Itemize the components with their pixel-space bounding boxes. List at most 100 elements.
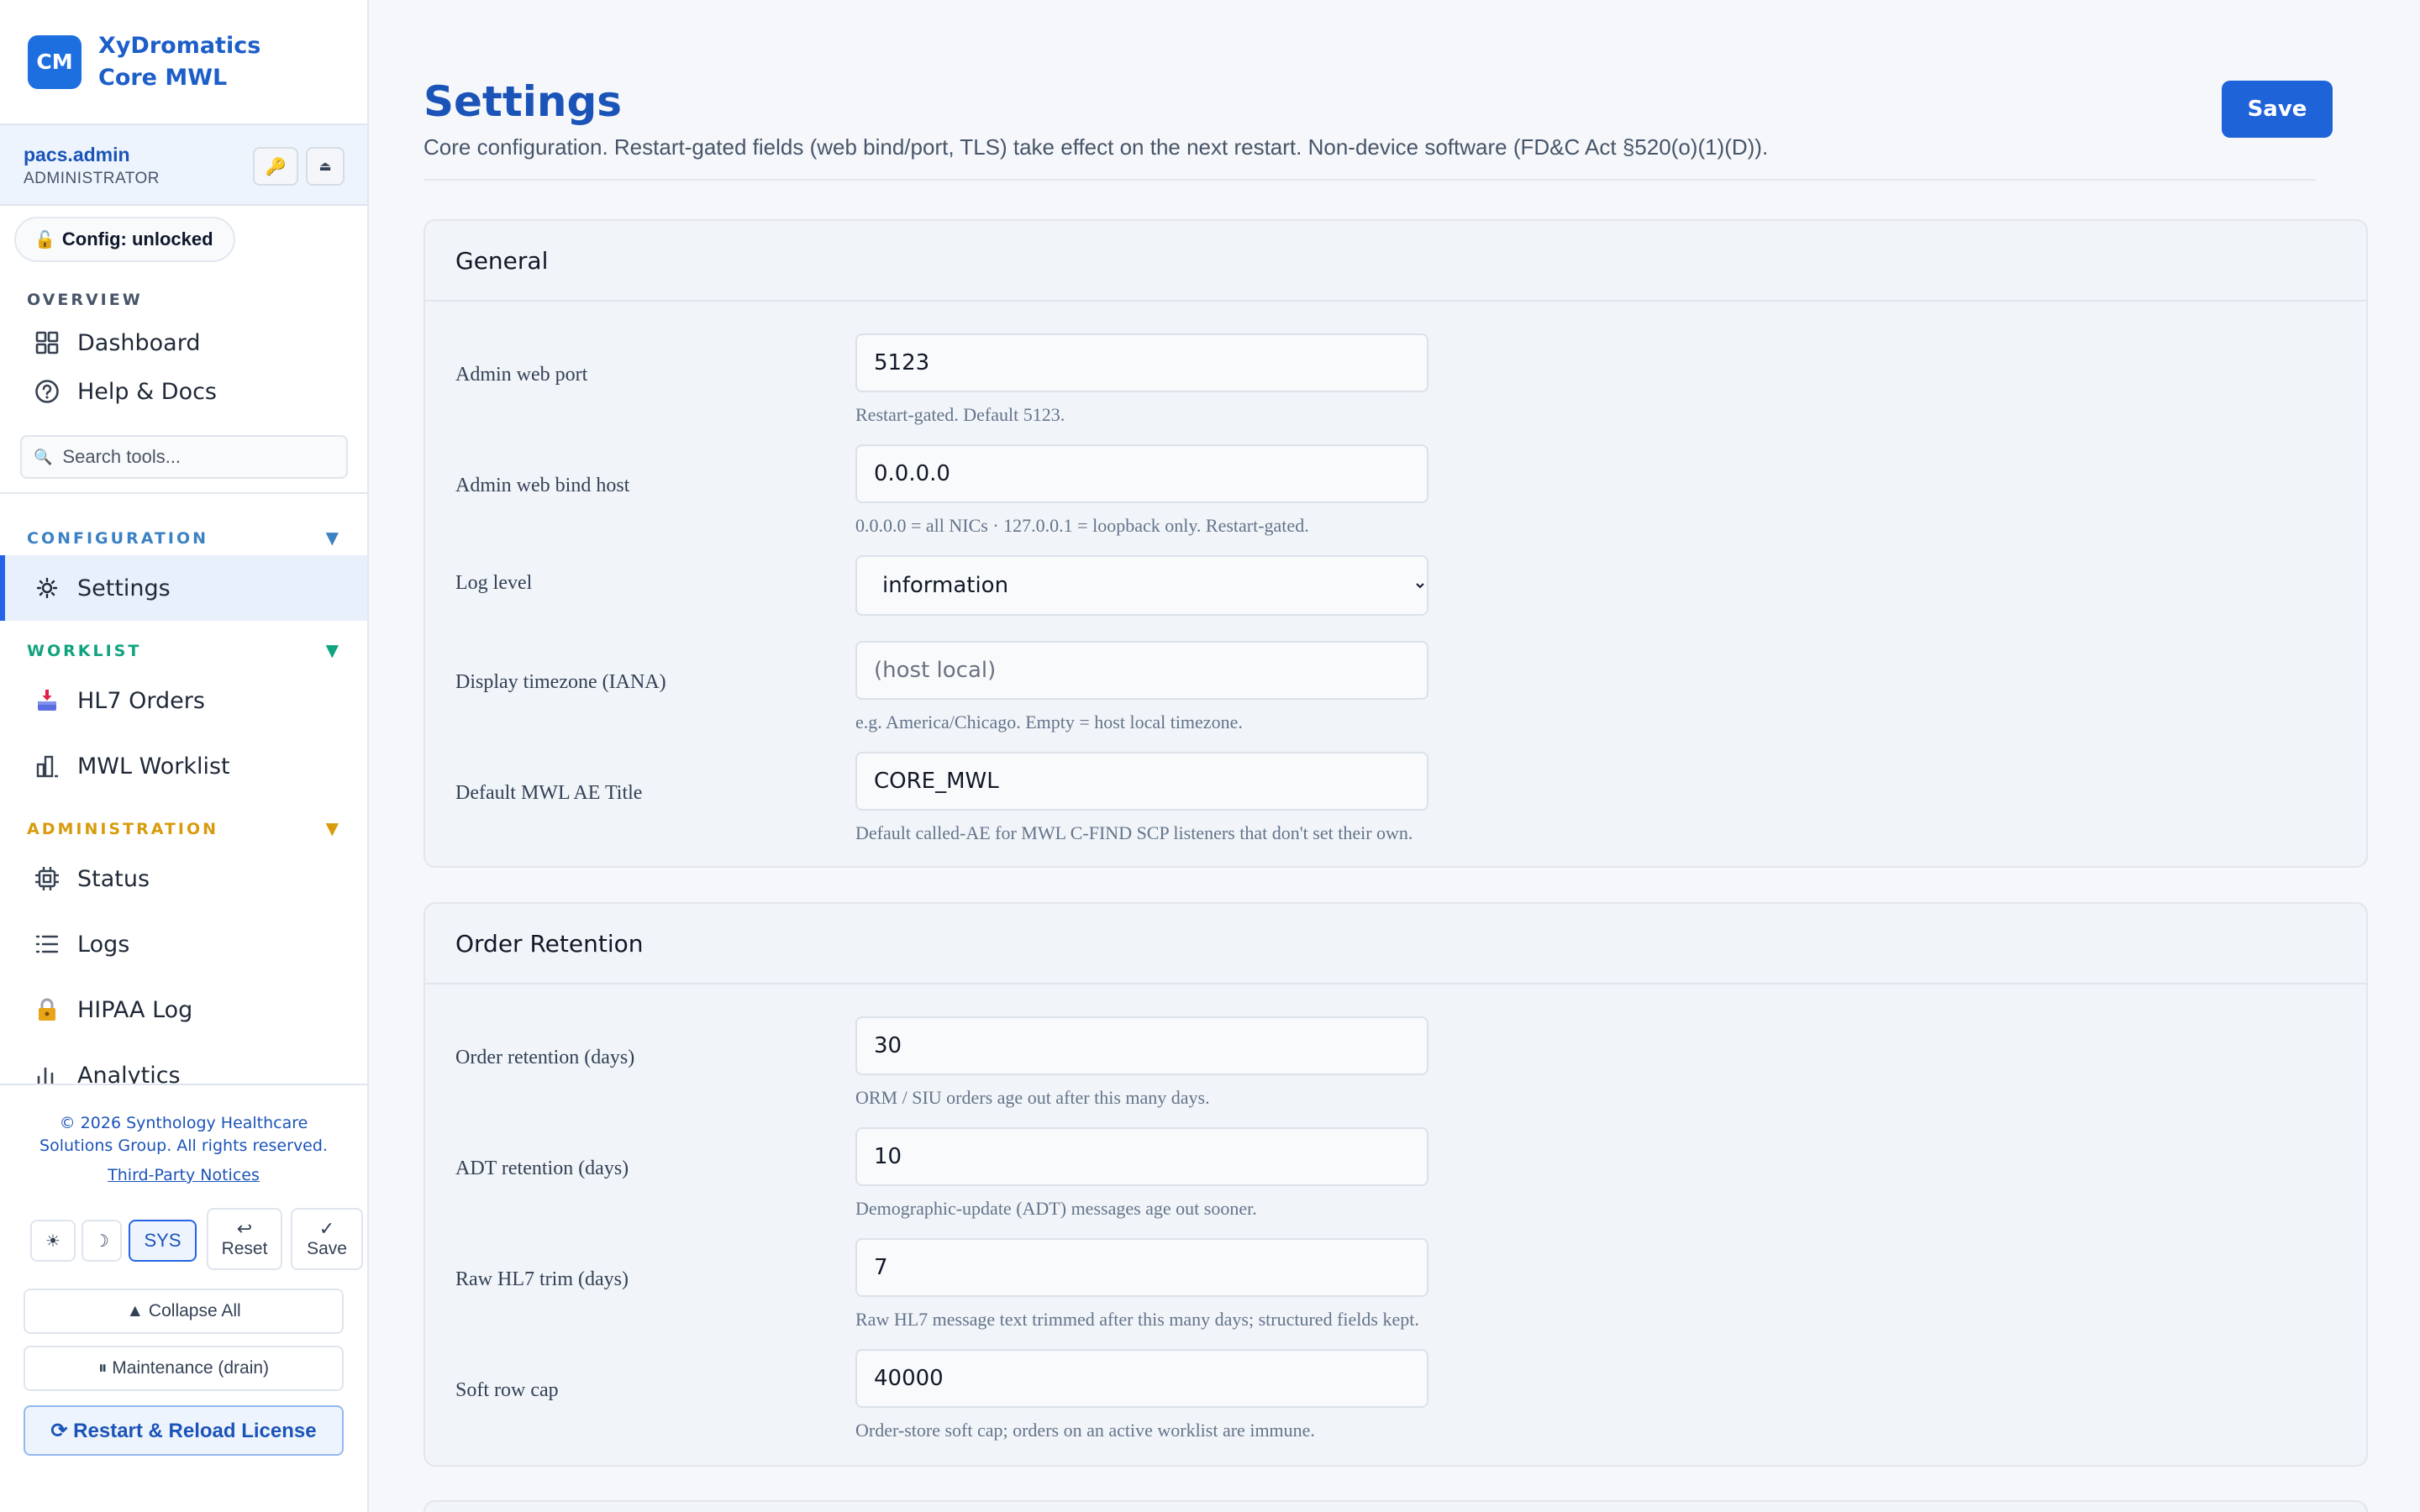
section-overview-label: OVERVIEW: [27, 291, 143, 309]
sidebar-item-help[interactable]: Help & Docs: [0, 366, 367, 417]
field-label: Admin web port: [455, 364, 588, 386]
sidebar-item-label: Dashboard: [77, 329, 201, 356]
page-subtitle: Core configuration. Restart-gated fields…: [424, 134, 1769, 160]
sidebar: CM XyDromatics Core MWL pacs.admin ADMIN…: [0, 0, 369, 1512]
default-mwl-ae-title-input[interactable]: [855, 752, 1428, 811]
admin-web-bind-host-input[interactable]: [855, 444, 1428, 503]
section-configuration-toggle[interactable]: CONFIGURATION: [27, 529, 208, 548]
display-timezone-input[interactable]: [855, 641, 1428, 700]
search-tools: 🔍: [20, 435, 348, 479]
theme-system-button[interactable]: SYS: [129, 1220, 197, 1262]
brand-name: XyDromatics Core MWL: [98, 30, 260, 94]
key-icon: 🔑: [265, 157, 287, 176]
raw-hl7-trim-days-input[interactable]: [855, 1238, 1428, 1297]
brand-header: CM XyDromatics Core MWL: [0, 0, 367, 125]
order-retention-card: Order Retention Order retention (days) O…: [424, 902, 2368, 1467]
field-help: Raw HL7 message text trimmed after this …: [855, 1309, 1419, 1330]
bar-list-icon: [34, 753, 60, 780]
search-icon: 🔍: [34, 448, 53, 466]
save-label: Save: [307, 1239, 347, 1258]
field-label: Default MWL AE Title: [455, 782, 643, 804]
field-help: ORM / SIU orders age out after this many…: [855, 1087, 1210, 1108]
inbox-tray-icon: [34, 687, 60, 714]
field-help: Demographic-update (ADT) messages age ou…: [855, 1198, 1257, 1219]
config-lock-label: Config: unlocked: [61, 228, 213, 249]
sidebar-item-label: Status: [77, 865, 150, 892]
section-administration-toggle[interactable]: ADMINISTRATION: [27, 820, 218, 838]
adt-retention-days-input[interactable]: [855, 1127, 1428, 1186]
field-label: Log level: [455, 572, 533, 594]
cpu-chip-icon: [34, 865, 60, 892]
save-button[interactable]: Save: [2222, 81, 2333, 138]
copyright-line1: © 2026 Synthology Healthcare: [59, 1114, 308, 1132]
field-label: ADT retention (days): [455, 1158, 629, 1179]
field-label: Raw HL7 trim (days): [455, 1268, 629, 1290]
undo-icon: ↩: [236, 1218, 253, 1239]
eject-icon: ⏏: [318, 160, 332, 174]
theme-dark-button[interactable]: ☽: [82, 1220, 122, 1262]
maintenance-drain-button[interactable]: ⏸ Maintenance (drain): [24, 1346, 344, 1391]
sidebar-item-settings[interactable]: Settings: [0, 555, 367, 621]
sidebar-item-status[interactable]: Status: [0, 853, 367, 904]
header-divider: [424, 179, 2316, 181]
gear-icon: [34, 575, 60, 601]
search-input[interactable]: [62, 446, 332, 468]
theme-light-button[interactable]: ☀: [30, 1220, 76, 1262]
sidebar-item-label: Settings: [77, 575, 171, 601]
logout-button[interactable]: ⏏: [306, 147, 345, 186]
sidebar-item-label: HL7 Orders: [77, 687, 205, 714]
chevron-down-icon[interactable]: ▼: [326, 640, 339, 660]
field-label: Admin web bind host: [455, 475, 630, 496]
sidebar-item-label: MWL Worklist: [77, 753, 230, 780]
sidebar-item-logs[interactable]: Logs: [0, 919, 367, 969]
chevron-down-icon[interactable]: ▼: [326, 528, 339, 548]
field-help: e.g. America/Chicago. Empty = host local…: [855, 711, 1243, 732]
moon-icon: ☽: [94, 1231, 109, 1251]
third-party-notices-link[interactable]: Third-Party Notices: [0, 1166, 367, 1184]
sidebar-item-label: Help & Docs: [77, 378, 217, 405]
field-help: Restart-gated. Default 5123.: [855, 404, 1065, 425]
field-label: Order retention (days): [455, 1047, 635, 1068]
soft-row-cap-input[interactable]: [855, 1349, 1428, 1408]
copyright-line2: Solutions Group. All rights reserved.: [39, 1137, 328, 1155]
sidebar-item-label: Logs: [77, 931, 130, 958]
unlock-icon: 🔓: [34, 230, 55, 249]
field-help: Order-store soft cap; orders on an activ…: [855, 1420, 1315, 1441]
section-worklist-label: WORKLIST: [27, 642, 142, 660]
sidebar-item-mwl-worklist[interactable]: MWL Worklist: [0, 741, 367, 791]
copyright: © 2026 Synthology Healthcare Solutions G…: [0, 1112, 367, 1158]
brand-name-line2: Core MWL: [98, 64, 228, 91]
chevron-down-icon[interactable]: ▼: [326, 818, 339, 838]
card-title: Order Retention: [425, 904, 2366, 984]
admin-web-port-input[interactable]: [855, 333, 1428, 392]
check-icon: ✓: [318, 1218, 335, 1239]
reset-button[interactable]: ↩ Reset: [207, 1208, 282, 1270]
list-icon: [34, 931, 60, 958]
change-password-button[interactable]: 🔑: [253, 147, 298, 186]
next-card: [424, 1500, 2368, 1512]
config-lock-toggle[interactable]: 🔓 Config: unlocked: [14, 217, 235, 262]
section-configuration-label: CONFIGURATION: [27, 529, 209, 548]
restart-reload-license-button[interactable]: ⟳ Restart & Reload License: [24, 1405, 344, 1456]
order-retention-days-input[interactable]: [855, 1016, 1428, 1075]
help-circle-icon: [34, 378, 60, 405]
sidebar-item-label: HIPAA Log: [77, 996, 193, 1023]
field-help: Default called-AE for MWL C-FIND SCP lis…: [855, 822, 1413, 843]
reset-label: Reset: [221, 1239, 268, 1258]
collapse-all-button[interactable]: ▲ Collapse All: [24, 1289, 344, 1334]
sidebar-item-hl7-orders[interactable]: HL7 Orders: [0, 675, 367, 726]
field-label: Soft row cap: [455, 1379, 559, 1401]
brand-logo: CM: [28, 34, 82, 89]
brand-name-line1: XyDromatics: [98, 32, 261, 59]
log-level-select[interactable]: information: [855, 555, 1428, 616]
sidebar-item-dashboard[interactable]: Dashboard: [0, 318, 367, 368]
user-panel: pacs.admin ADMINISTRATOR 🔑 ⏏: [0, 125, 367, 206]
sidebar-footer: © 2026 Synthology Healthcare Solutions G…: [0, 1084, 367, 1512]
sidebar-save-button[interactable]: ✓ Save: [291, 1208, 363, 1270]
sidebar-item-hipaa-log[interactable]: HIPAA Log: [0, 984, 367, 1035]
field-help: 0.0.0.0 = all NICs · 127.0.0.1 = loopbac…: [855, 515, 1309, 536]
section-worklist-toggle[interactable]: WORKLIST: [27, 642, 141, 660]
main-content: Settings Core configuration. Restart-gat…: [370, 0, 2420, 1512]
section-administration-label: ADMINISTRATION: [27, 820, 219, 838]
card-title: General: [425, 221, 2366, 302]
